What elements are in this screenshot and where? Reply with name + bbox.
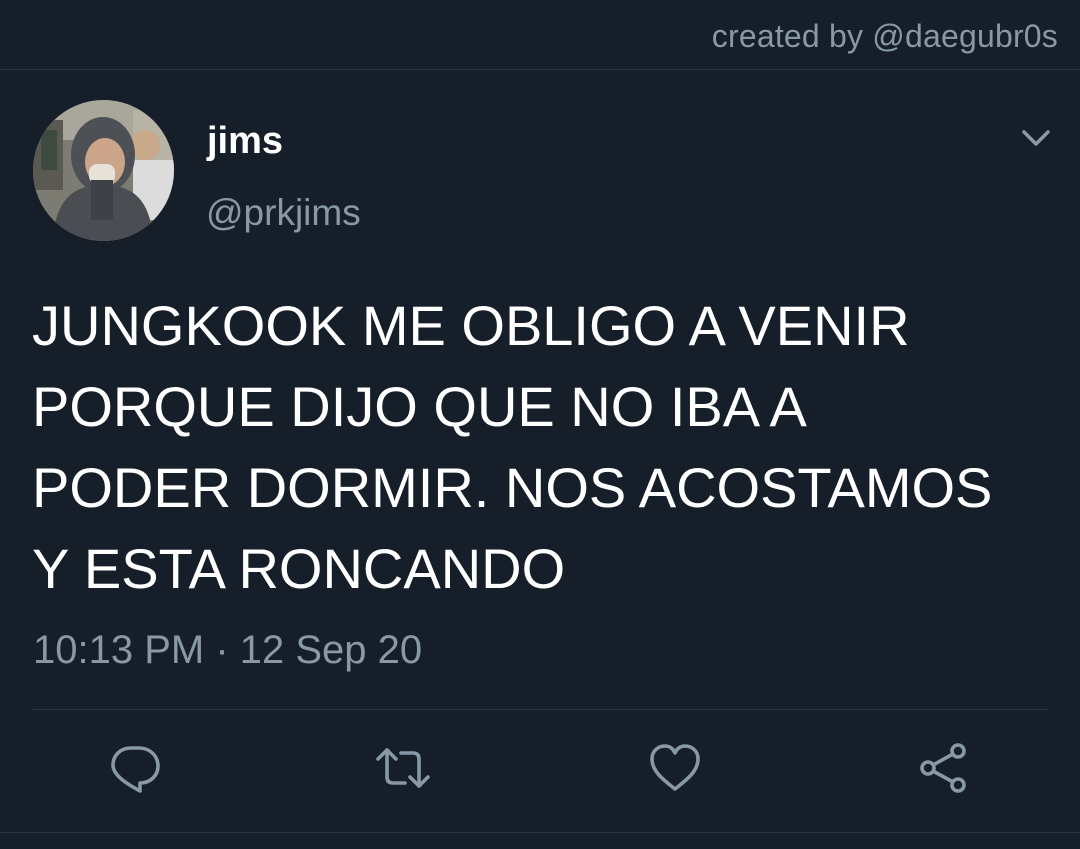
reply-button[interactable] bbox=[107, 740, 163, 796]
like-button[interactable] bbox=[647, 740, 703, 796]
like-icon bbox=[650, 744, 700, 791]
tweet-text-line: PORQUE DIJO QUE NO IBA A bbox=[32, 375, 807, 438]
reply-icon bbox=[111, 746, 160, 793]
tweet-text-line: Y ESTA RONCANDO bbox=[32, 537, 566, 600]
avatar[interactable] bbox=[33, 100, 174, 241]
tweet-text-line: JUNGKOOK ME OBLIGO A VENIR bbox=[32, 294, 910, 357]
share-button[interactable] bbox=[916, 740, 972, 796]
tweet-text-line: PODER DORMIR. NOS ACOSTAMOS bbox=[32, 456, 993, 519]
creator-credit: created by @daegubr0s bbox=[711, 18, 1058, 54]
tweet-timestamp[interactable]: 10:13 PM · 12 Sep 20 bbox=[33, 628, 422, 673]
retweet-icon bbox=[376, 748, 430, 788]
tweet-text: JUNGKOOK ME OBLIGO A VENIR PORQUE DIJO Q… bbox=[32, 285, 1062, 609]
user-handle[interactable]: @prkjims bbox=[206, 192, 361, 234]
chevron-down-icon[interactable] bbox=[1018, 124, 1054, 152]
display-name[interactable]: jims bbox=[207, 120, 283, 163]
divider bbox=[0, 832, 1080, 833]
tweet-screen: created by @daegubr0s jims @prkjims JUNG… bbox=[0, 0, 1080, 849]
avatar-photo bbox=[33, 100, 174, 241]
retweet-button[interactable] bbox=[375, 740, 431, 796]
divider bbox=[32, 709, 1048, 710]
top-bar: created by @daegubr0s bbox=[0, 0, 1080, 70]
share-icon bbox=[920, 743, 966, 793]
